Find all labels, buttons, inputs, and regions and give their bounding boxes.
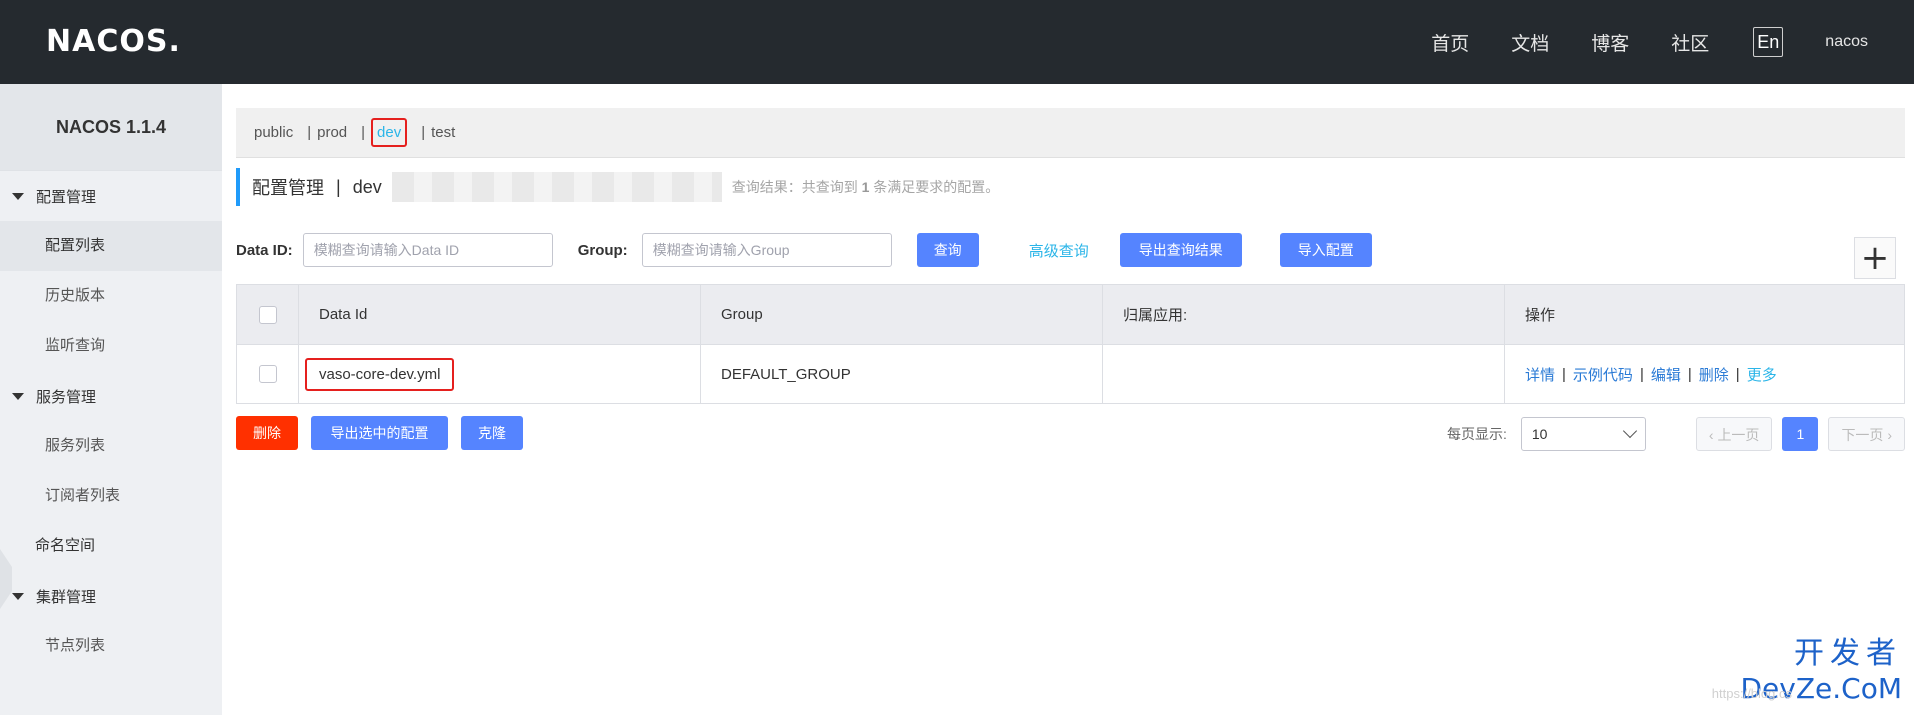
title-accent-bar xyxy=(236,168,240,206)
sidebar-item-subscribers[interactable]: 订阅者列表 xyxy=(0,471,222,521)
header-dataid: Data Id xyxy=(299,285,701,344)
group-cell: DEFAULT_GROUP xyxy=(701,345,1103,403)
more-link[interactable]: 更多 xyxy=(1747,364,1777,385)
dataid-search-input[interactable] xyxy=(302,233,553,267)
sidebar-item-config-list[interactable]: 配置列表 xyxy=(0,221,222,271)
page-size-label: 每页显示: xyxy=(1446,426,1507,442)
dataid-value: vaso-core-dev.yml xyxy=(305,357,455,391)
search-bar: Data ID: Group: 查询 高级查询 导出查询结果 导入配置 xyxy=(236,232,1906,268)
top-header: NACOS. 首页 文档 博客 社区 En nacos xyxy=(0,0,1914,84)
page-size-value: 10 xyxy=(1531,426,1548,442)
table-row: vaso-core-dev.yml DEFAULT_GROUP 详情 | 示例代码… xyxy=(237,345,1904,403)
export-results-button[interactable]: 导出查询结果 xyxy=(1119,233,1242,267)
group-search-input[interactable] xyxy=(641,233,892,267)
sidebar-version: NACOS 1.1.4 xyxy=(0,84,222,171)
header-app: 归属应用: xyxy=(1103,285,1505,344)
dataid-label: Data ID: xyxy=(236,241,293,259)
watermark-url: https://blog.cs xyxy=(1711,686,1792,701)
nav-blog[interactable]: 博客 xyxy=(1591,29,1629,56)
row-select-cell xyxy=(237,345,299,403)
query-result-summary: 查询结果：共查询到 1 条满足要求的配置。 xyxy=(731,179,1000,195)
sidebar-group-label: 配置管理 xyxy=(36,188,97,206)
group-label: Group: xyxy=(577,241,628,259)
namespace-separator: | xyxy=(307,124,312,141)
header-operations: 操作 xyxy=(1525,307,1556,324)
nacos-logo[interactable]: NACOS. xyxy=(46,24,181,59)
nav-docs[interactable]: 文档 xyxy=(1511,29,1549,56)
sidebar-item-history[interactable]: 历史版本 xyxy=(0,271,222,321)
next-page-button[interactable]: 下一页 › xyxy=(1828,417,1905,451)
sidebar-item-node-list[interactable]: 节点列表 xyxy=(0,621,222,671)
app-cell xyxy=(1103,345,1505,403)
plus-icon: + xyxy=(1860,238,1890,278)
sidebar: NACOS 1.1.4 配置管理 配置列表 历史版本 监听查询 服务管理 服务列… xyxy=(0,84,222,715)
namespace-prod[interactable]: prod xyxy=(317,124,347,141)
page-size-select[interactable]: 10 xyxy=(1520,417,1646,451)
sidebar-group-cluster[interactable]: 集群管理 xyxy=(0,571,222,621)
sidebar-group-service[interactable]: 服务管理 xyxy=(0,371,222,421)
page-number-current[interactable]: 1 xyxy=(1782,417,1819,451)
prev-page-button[interactable]: ‹ 上一页 xyxy=(1695,417,1773,451)
top-nav: 首页 文档 博客 社区 En nacos xyxy=(1389,0,1868,84)
sidebar-group-config[interactable]: 配置管理 xyxy=(0,171,222,221)
config-table: Data Id Group 归属应用: 操作 vaso-core-dev.yml… xyxy=(236,284,1905,404)
nav-home[interactable]: 首页 xyxy=(1431,29,1469,56)
page-title: 配置管理 xyxy=(252,178,324,198)
dataid-cell: vaso-core-dev.yml xyxy=(299,345,701,403)
sample-code-link[interactable]: 示例代码 xyxy=(1573,364,1633,385)
redacted-namespace-id xyxy=(391,172,722,202)
clone-button[interactable]: 克隆 xyxy=(461,416,523,450)
delete-link[interactable]: 删除 xyxy=(1699,364,1729,385)
table-header-row: Data Id Group 归属应用: 操作 xyxy=(237,285,1904,345)
current-namespace: dev xyxy=(352,176,382,197)
select-all-cell xyxy=(237,285,299,344)
namespace-separator: | xyxy=(421,124,426,141)
caret-down-icon xyxy=(12,392,24,400)
advanced-query-link[interactable]: 高级查询 xyxy=(1029,240,1089,261)
watermark-line1: 开发者 xyxy=(1794,636,1902,671)
edit-link[interactable]: 编辑 xyxy=(1651,364,1681,385)
title-separator: | xyxy=(336,176,341,197)
table-footer: 删除 导出选中的配置 克隆 每页显示: 10 ‹ 上一页 1 下一页 › xyxy=(236,416,1905,452)
header-group: Group xyxy=(701,285,1103,344)
namespace-test[interactable]: test xyxy=(431,124,455,141)
import-config-button[interactable]: 导入配置 xyxy=(1279,233,1372,267)
username[interactable]: nacos xyxy=(1825,33,1868,51)
sidebar-item-namespace[interactable]: 命名空间 xyxy=(0,521,222,571)
row-checkbox[interactable] xyxy=(258,365,277,383)
chevron-down-icon xyxy=(1622,423,1637,439)
operations-cell: 详情 | 示例代码 | 编辑 | 删除 | 更多 xyxy=(1525,364,1777,385)
namespace-separator: | xyxy=(361,124,366,141)
add-config-button[interactable]: + xyxy=(1854,237,1896,279)
namespace-dev[interactable]: dev xyxy=(371,118,408,147)
page-title-row: 配置管理 | dev 查询结果：共查询到 1 条满足要求的配置。 xyxy=(236,168,999,206)
select-all-checkbox[interactable] xyxy=(258,305,277,324)
caret-down-icon xyxy=(12,192,24,200)
language-toggle-button[interactable]: En xyxy=(1753,27,1784,57)
delete-button[interactable]: 删除 xyxy=(236,416,298,450)
export-selected-button[interactable]: 导出选中的配置 xyxy=(311,416,448,450)
nav-community[interactable]: 社区 xyxy=(1671,29,1709,56)
sidebar-group-label: 服务管理 xyxy=(36,388,97,406)
sidebar-group-label: 集群管理 xyxy=(36,588,97,606)
query-button[interactable]: 查询 xyxy=(916,233,979,267)
caret-down-icon xyxy=(12,592,24,600)
pagination: 每页显示: 10 ‹ 上一页 1 下一页 › xyxy=(1447,416,1905,452)
namespace-bar: public | prod | dev | test xyxy=(236,108,1905,158)
watermark: 开发者 DevZe.CoM https://blog.cs xyxy=(1712,628,1902,705)
namespace-public[interactable]: public xyxy=(254,124,293,141)
sidebar-item-service-list[interactable]: 服务列表 xyxy=(0,421,222,471)
sidebar-item-listen-query[interactable]: 监听查询 xyxy=(0,321,222,371)
detail-link[interactable]: 详情 xyxy=(1525,364,1555,385)
